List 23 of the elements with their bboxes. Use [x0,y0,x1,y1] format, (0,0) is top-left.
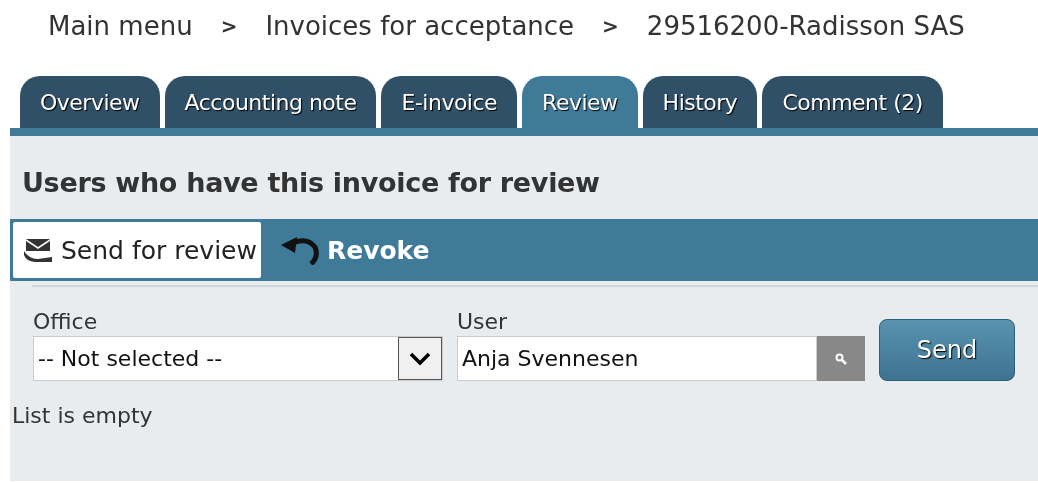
breadcrumb-link[interactable]: Invoices for acceptance [265,11,575,41]
field-label: Office [33,309,99,334]
toolbar-button[interactable]: Revoke [268,222,434,278]
toolbar-button[interactable]: Send for review [13,222,261,278]
tab[interactable]: History [642,76,758,128]
breadcrumb-link[interactable]: Main menu [48,11,193,41]
breadcrumb-separator: > [602,14,619,38]
tab[interactable]: Accounting note [164,76,377,128]
search-icon [835,352,847,365]
field-label: User [457,309,509,334]
tab[interactable]: Comment (2) [762,76,943,128]
tab[interactable]: Review [522,76,638,128]
chevron-down-icon [409,351,431,366]
tab[interactable]: E-invoice [381,76,518,128]
user-field[interactable]: Anja Svennesen [457,336,817,381]
empty-list-message: List is empty [12,403,153,428]
section-heading: Users who have this invoice for review [22,167,601,200]
breadcrumb-separator: > [220,14,238,38]
office-dropdown[interactable]: -- Not selected -- [33,336,443,381]
breadcrumb-link[interactable]: 29516200-Radisson SAS [646,11,965,41]
tab[interactable]: Overview [20,76,160,128]
send-button[interactable]: Send [879,319,1015,381]
dropdown-button[interactable] [398,337,442,380]
